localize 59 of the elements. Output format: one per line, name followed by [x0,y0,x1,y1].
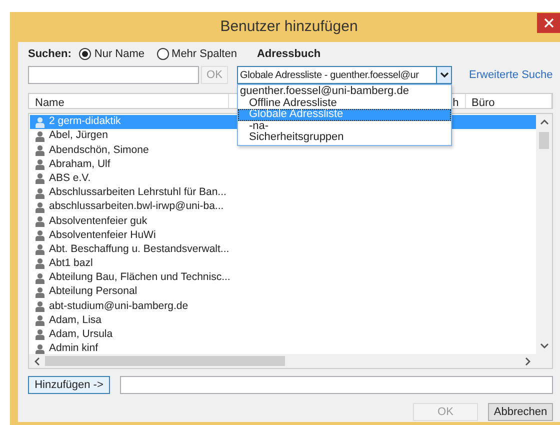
person-icon [35,159,45,170]
contact-name[interactable]: Absolventenfeier guk [49,214,148,230]
close-button[interactable] [537,13,560,33]
person-icon [35,244,45,256]
person-icon [35,344,45,354]
scroll-thumb[interactable] [45,356,285,366]
person-icon [35,188,45,199]
horizontal-scrollbar[interactable] [29,354,552,368]
contact-name[interactable]: Abraham, Ulf [49,156,110,173]
person-icon [35,216,45,227]
person-icon [35,144,45,156]
address-book-combobox[interactable]: Globale Adressliste - guenther.foessel@ur [237,66,452,84]
scroll-down-icon[interactable] [540,343,548,349]
contact-name[interactable]: Abel, Jürgen [49,128,108,144]
contact-name[interactable]: Abt. Beschaffung u. Bestandsverwalt... [49,242,230,258]
scroll-up-icon[interactable] [540,119,548,125]
window-title: Benutzer hinzufügen [219,16,359,37]
close-icon [544,18,554,28]
column-header[interactable]: Name [29,94,229,108]
contact-name[interactable]: Abteilung Personal [49,284,138,300]
person-icon [35,272,45,284]
contact-name[interactable]: Adam, Lisa [49,312,102,329]
contact-name[interactable]: Adam, Ursula [49,327,113,343]
person-icon [35,173,45,184]
vertical-scrollbar[interactable] [536,114,552,354]
person-icon [35,286,45,298]
advanced-search-link[interactable]: Erweiterte Suche [469,66,553,84]
contact-name[interactable]: abt-studium@uni-bamberg.de [49,298,188,314]
person-icon [35,258,45,270]
recipient-field[interactable] [120,376,553,394]
column-header[interactable]: Büro [466,94,552,108]
person-icon [35,116,45,128]
person-icon [35,329,45,340]
dropdown-option[interactable]: Sicherheitsgruppen [238,132,451,144]
chevron-down-icon[interactable] [440,72,448,78]
scroll-left-icon[interactable] [34,356,40,366]
person-icon [35,301,45,312]
contact-name[interactable]: Absolventenfeier HuWi [49,228,156,244]
contact-name[interactable]: Abteilung Bau, Flächen und Technisc... [49,270,230,286]
dropdown-option[interactable]: -na- [238,120,451,132]
search-mode-radio[interactable]: Mehr Spalten [156,46,237,62]
contact-name[interactable]: Abendschön, Simone [49,142,149,158]
person-icon [35,230,45,242]
dialog-button[interactable]: Abbrechen [488,403,553,421]
scroll-right-icon[interactable] [525,356,531,366]
search-field[interactable] [28,66,199,84]
contact-name[interactable]: Abschlussarbeiten Lehrstuhl für Ban... [49,185,226,201]
contact-name[interactable]: abschlussarbeiten.bwl-irwp@uni-ba... [49,199,224,216]
contact-name[interactable]: Abt1 bazl [49,256,93,272]
person-icon [35,315,45,326]
contact-name[interactable]: Admin kinf [49,341,98,354]
search-mode-radio[interactable]: Nur Name [79,46,145,62]
address-book-label: Adressbuch [256,46,321,62]
person-icon [35,202,45,213]
add-button[interactable]: Hinzufügen -> [28,376,110,394]
contact-name[interactable]: ABS e.V. [49,170,91,187]
scroll-thumb[interactable] [539,132,549,149]
person-icon [35,130,45,142]
search-label: Suchen: [28,46,72,62]
